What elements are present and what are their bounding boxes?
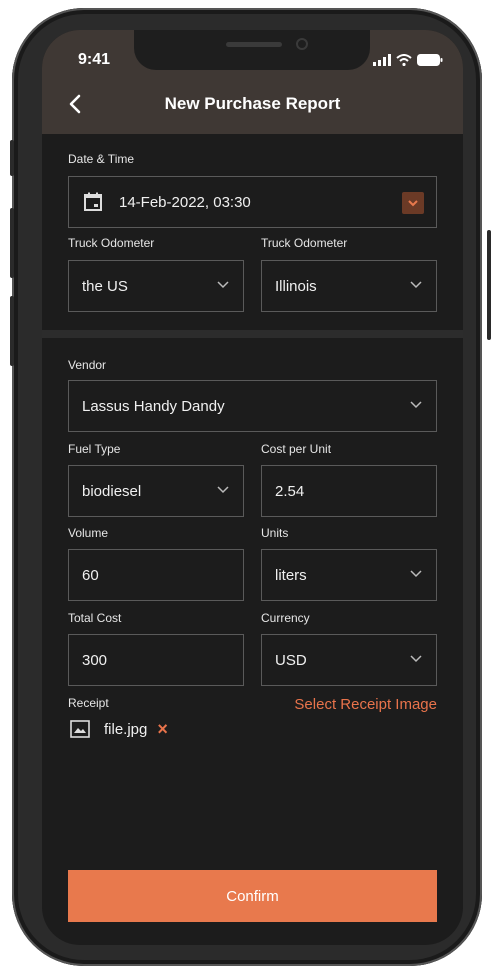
fuel-type-select[interactable]: biodiesel — [68, 465, 244, 517]
odometer-right-label: Truck Odometer — [261, 236, 348, 250]
odometer-right-value: Illinois — [275, 277, 317, 295]
volume-input[interactable]: 60 — [68, 549, 244, 601]
vendor-label: Vendor — [68, 358, 107, 372]
total-cost-input[interactable]: 300 — [68, 634, 244, 686]
speaker-grille — [226, 42, 282, 47]
select-receipt-image-link[interactable]: Select Receipt Image — [294, 696, 437, 713]
cost-per-unit-label: Cost per Unit — [261, 442, 332, 456]
image-icon — [70, 720, 90, 738]
date-time-field[interactable]: 14-Feb-2022, 03:30 — [68, 176, 437, 228]
status-time: 9:41 — [78, 51, 111, 68]
odometer-left-value: the US — [82, 277, 128, 295]
chevron-down-icon — [410, 570, 422, 578]
chevron-down-icon — [217, 281, 229, 289]
app-screen: 9:41 New Purchase Report Date & Time 14-… — [42, 30, 463, 945]
phone-mute-switch — [10, 140, 14, 176]
front-camera — [296, 38, 308, 50]
volume-label: Volume — [68, 526, 109, 540]
units-value: liters — [275, 566, 307, 584]
units-label: Units — [261, 526, 289, 540]
wifi-icon — [396, 54, 412, 66]
fuel-type-label: Fuel Type — [68, 442, 121, 456]
confirm-button[interactable]: Confirm — [68, 870, 437, 922]
remove-file-icon[interactable]: × — [157, 720, 168, 738]
vendor-select[interactable]: Lassus Handy Dandy — [68, 380, 437, 432]
date-dropdown-button[interactable] — [402, 192, 424, 214]
signal-icon — [373, 54, 391, 66]
phone-notch — [134, 30, 370, 70]
cost-per-unit-value: 2.54 — [275, 482, 305, 500]
section-divider — [42, 330, 463, 338]
battery-icon — [417, 54, 443, 66]
currency-select[interactable]: USD — [261, 634, 437, 686]
fuel-type-value: biodiesel — [82, 482, 142, 500]
chevron-down-icon — [217, 486, 229, 494]
odometer-left-label: Truck Odometer — [68, 236, 155, 250]
receipt-label: Receipt — [68, 696, 109, 710]
total-cost-value: 300 — [82, 651, 108, 669]
receipt-file-item: file.jpg × — [70, 720, 168, 738]
vendor-value: Lassus Handy Dandy — [82, 397, 225, 415]
volume-value: 60 — [82, 566, 99, 584]
chevron-down-icon — [408, 199, 418, 206]
total-cost-label: Total Cost — [68, 611, 122, 625]
chevron-down-icon — [410, 281, 422, 289]
chevron-down-icon — [410, 401, 422, 409]
page-title: New Purchase Report — [164, 94, 341, 113]
chevron-down-icon — [410, 655, 422, 663]
currency-value: USD — [275, 651, 307, 669]
phone-power-button — [487, 230, 491, 340]
units-select[interactable]: liters — [261, 549, 437, 601]
odometer-right-select[interactable]: Illinois — [261, 260, 437, 312]
phone-volume-up — [10, 208, 14, 278]
calendar-icon — [84, 192, 102, 211]
date-time-value: 14-Feb-2022, 03:30 — [119, 193, 251, 211]
cost-per-unit-input[interactable]: 2.54 — [261, 465, 437, 517]
phone-volume-down — [10, 296, 14, 366]
currency-label: Currency — [261, 611, 310, 625]
status-icons — [373, 54, 443, 66]
odometer-left-select[interactable]: the US — [68, 260, 244, 312]
date-time-label: Date & Time — [68, 152, 135, 166]
receipt-file-name: file.jpg — [104, 720, 148, 738]
